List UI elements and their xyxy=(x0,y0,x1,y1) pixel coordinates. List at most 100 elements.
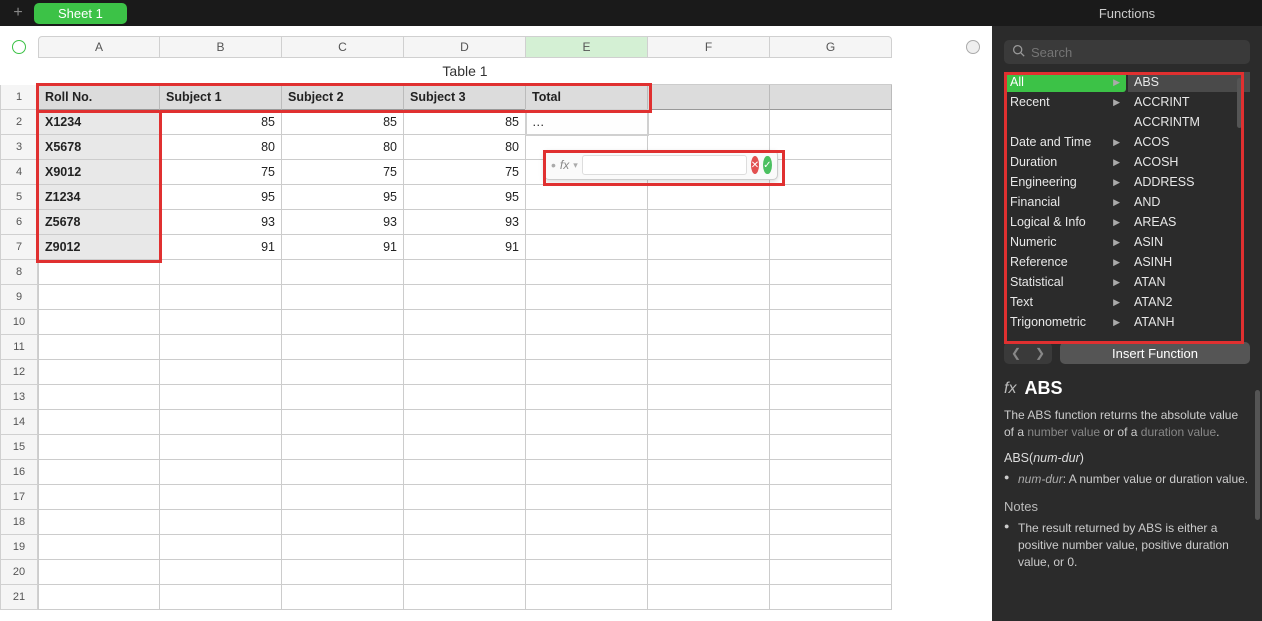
cell[interactable] xyxy=(404,435,526,460)
cell[interactable] xyxy=(526,260,648,285)
cell[interactable]: 91 xyxy=(282,235,404,260)
cell[interactable] xyxy=(282,510,404,535)
cell[interactable] xyxy=(648,535,770,560)
category-item[interactable]: Duration▶ xyxy=(1004,152,1126,172)
cell[interactable] xyxy=(160,360,282,385)
cell[interactable]: 95 xyxy=(160,185,282,210)
function-item[interactable]: ADDRESS xyxy=(1128,172,1250,192)
category-item[interactable]: Financial▶ xyxy=(1004,192,1126,212)
cell[interactable] xyxy=(648,460,770,485)
cell[interactable] xyxy=(404,410,526,435)
category-item-all[interactable]: All▶ xyxy=(1004,72,1126,92)
cell[interactable]: 91 xyxy=(404,235,526,260)
category-item[interactable]: Logical & Info▶ xyxy=(1004,212,1126,232)
cell[interactable] xyxy=(526,535,648,560)
cell[interactable] xyxy=(648,385,770,410)
cell[interactable]: 95 xyxy=(282,185,404,210)
cell-rollno[interactable]: X1234 xyxy=(38,110,160,135)
col-header-b[interactable]: B xyxy=(160,36,282,58)
row-header[interactable]: 16 xyxy=(0,460,38,485)
cell[interactable] xyxy=(648,260,770,285)
cell[interactable] xyxy=(160,285,282,310)
function-item[interactable]: ACCRINTM xyxy=(1128,112,1250,132)
category-item[interactable]: Date and Time▶ xyxy=(1004,132,1126,152)
scrollbar[interactable] xyxy=(1255,390,1260,520)
formula-input[interactable] xyxy=(582,155,747,175)
cell[interactable] xyxy=(38,360,160,385)
function-item[interactable]: ASINH xyxy=(1128,252,1250,272)
cell[interactable]: 75 xyxy=(160,160,282,185)
cell[interactable] xyxy=(282,360,404,385)
cell-rollno[interactable]: Z9012 xyxy=(38,235,160,260)
cell[interactable] xyxy=(770,285,892,310)
cell[interactable] xyxy=(526,435,648,460)
sheet-tab-1[interactable]: Sheet 1 xyxy=(34,3,127,24)
cell[interactable] xyxy=(526,210,648,235)
cell[interactable] xyxy=(38,310,160,335)
row-header[interactable]: 18 xyxy=(0,510,38,535)
cell[interactable] xyxy=(648,360,770,385)
cell[interactable] xyxy=(38,585,160,610)
category-item[interactable]: Engineering▶ xyxy=(1004,172,1126,192)
cell[interactable] xyxy=(526,235,648,260)
cell[interactable] xyxy=(648,510,770,535)
cell[interactable] xyxy=(38,260,160,285)
cell[interactable] xyxy=(160,435,282,460)
cell[interactable] xyxy=(282,535,404,560)
cell[interactable]: 95 xyxy=(404,185,526,210)
cell[interactable] xyxy=(770,435,892,460)
row-header[interactable]: 11 xyxy=(0,335,38,360)
cell[interactable] xyxy=(282,335,404,360)
row-header[interactable]: 8 xyxy=(0,260,38,285)
row-header[interactable]: 6 xyxy=(0,210,38,235)
function-item[interactable]: AND xyxy=(1128,192,1250,212)
function-list[interactable]: ABS ACCRINT ACCRINTM ACOS ACOSH ADDRESS … xyxy=(1128,72,1250,332)
cell-rollno[interactable]: X9012 xyxy=(38,160,160,185)
table-title[interactable]: Table 1 xyxy=(38,58,892,85)
cell[interactable] xyxy=(770,385,892,410)
function-item[interactable]: ACOSH xyxy=(1128,152,1250,172)
cell[interactable] xyxy=(770,310,892,335)
cell[interactable] xyxy=(770,560,892,585)
category-item[interactable]: Numeric▶ xyxy=(1004,232,1126,252)
cell[interactable] xyxy=(770,185,892,210)
cell[interactable] xyxy=(526,460,648,485)
top-left-handle[interactable] xyxy=(0,36,38,58)
cell[interactable] xyxy=(770,485,892,510)
cell[interactable] xyxy=(648,85,770,110)
category-item[interactable]: Reference▶ xyxy=(1004,252,1126,272)
row-header[interactable]: 10 xyxy=(0,310,38,335)
function-item[interactable]: ACCRINT xyxy=(1128,92,1250,112)
cell[interactable] xyxy=(160,460,282,485)
cell[interactable] xyxy=(160,510,282,535)
cell[interactable] xyxy=(770,235,892,260)
cell[interactable] xyxy=(38,410,160,435)
category-item[interactable] xyxy=(1004,112,1126,132)
cell-rollno[interactable]: X5678 xyxy=(38,135,160,160)
cell[interactable] xyxy=(404,510,526,535)
cell[interactable] xyxy=(770,335,892,360)
function-item[interactable]: ASIN xyxy=(1128,232,1250,252)
cell[interactable] xyxy=(404,585,526,610)
cell[interactable] xyxy=(282,460,404,485)
cell[interactable] xyxy=(282,285,404,310)
cell[interactable]: 80 xyxy=(404,135,526,160)
cell[interactable] xyxy=(648,435,770,460)
cell[interactable] xyxy=(404,310,526,335)
row-header[interactable]: 2 xyxy=(0,110,38,135)
row-header[interactable]: 15 xyxy=(0,435,38,460)
cell[interactable] xyxy=(526,410,648,435)
col-header-g[interactable]: G xyxy=(770,36,892,58)
cell[interactable] xyxy=(282,310,404,335)
cell[interactable] xyxy=(38,560,160,585)
cell[interactable] xyxy=(526,510,648,535)
row-header[interactable]: 12 xyxy=(0,360,38,385)
function-search[interactable] xyxy=(1004,40,1250,64)
cell[interactable] xyxy=(160,410,282,435)
cell-rollno[interactable]: Z1234 xyxy=(38,185,160,210)
nav-back-button[interactable]: ❮ xyxy=(1004,342,1028,364)
row-header[interactable]: 1 xyxy=(0,85,38,110)
cell[interactable] xyxy=(404,460,526,485)
function-item[interactable]: ATAN xyxy=(1128,272,1250,292)
circle-handle-right[interactable] xyxy=(966,40,980,54)
